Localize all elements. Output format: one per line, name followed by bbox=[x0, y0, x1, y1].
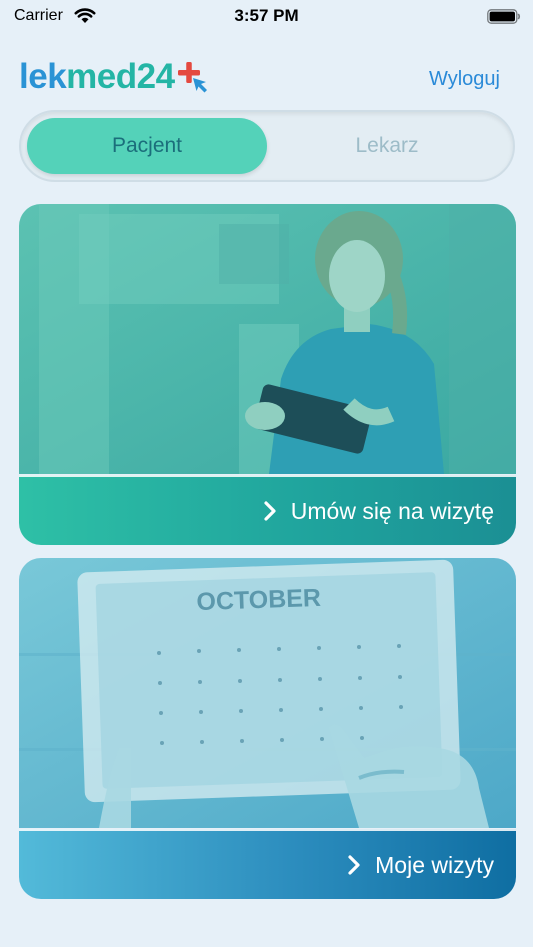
chevron-right-icon bbox=[348, 855, 360, 875]
logout-link[interactable]: Wyloguj bbox=[429, 68, 500, 91]
my-visits-card[interactable]: OCTOBER Moje wizyty bbox=[19, 558, 516, 899]
screen: Carrier 3:57 PM lekmed24 Wyloguj Pacjent… bbox=[0, 0, 533, 947]
my-visits-label: Moje wizyty bbox=[375, 851, 494, 878]
plus-cursor-icon bbox=[177, 62, 207, 93]
chevron-right-icon bbox=[264, 501, 276, 521]
nurse-with-tablet-photo bbox=[19, 204, 516, 474]
clock: 3:57 PM bbox=[234, 6, 299, 25]
my-visits-bar: Moje wizyty bbox=[19, 829, 516, 899]
segment-patient[interactable]: Pacjent bbox=[27, 118, 267, 174]
book-visit-label: Umów się na wizytę bbox=[290, 497, 494, 524]
segment-doctor[interactable]: Lekarz bbox=[267, 118, 507, 174]
logo-text: lekmed24 bbox=[19, 57, 175, 96]
book-visit-bar: Umów się na wizytę bbox=[19, 475, 516, 545]
battery-icon bbox=[487, 9, 521, 24]
app-logo: lekmed24 bbox=[19, 56, 210, 98]
calendar-tablet-photo: OCTOBER bbox=[19, 558, 516, 828]
calendar-month-text: OCTOBER bbox=[196, 584, 321, 616]
book-visit-card[interactable]: Umów się na wizytę bbox=[19, 204, 516, 545]
status-bar: Carrier 3:57 PM bbox=[0, 0, 533, 34]
role-segmented-control: Pacjent Lekarz bbox=[19, 110, 515, 182]
